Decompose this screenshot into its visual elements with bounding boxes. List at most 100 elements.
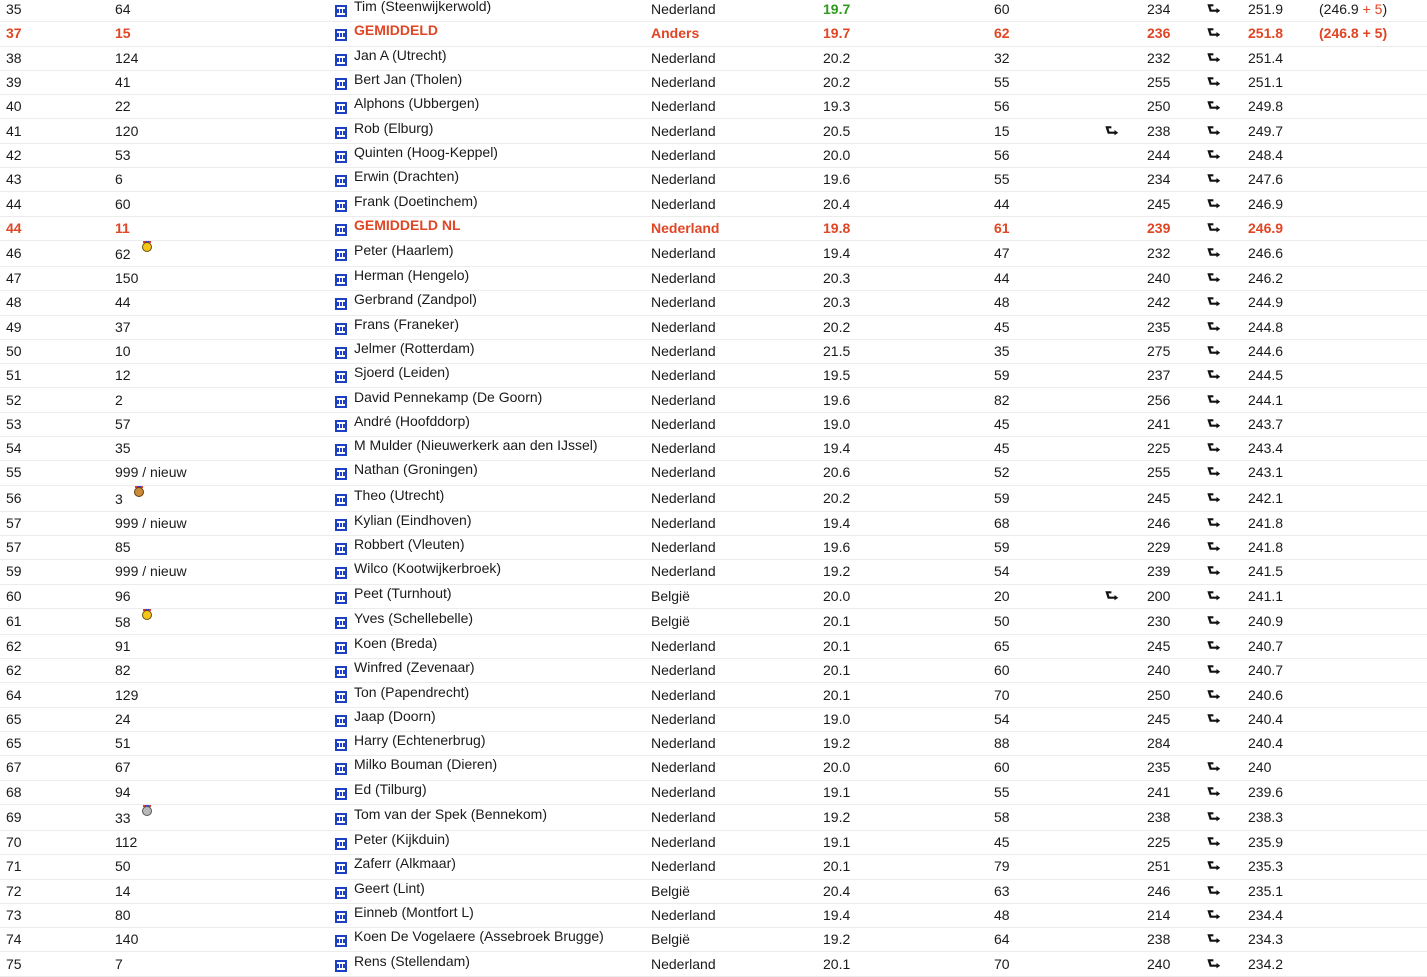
player-name[interactable]: Jelmer (Rotterdam): [354, 340, 475, 356]
table-row[interactable]: 41 120 Rob (Elburg) Nederland 20.5 15 ⮐ 238 ⮐ 249…: [0, 118, 1427, 144]
table-row[interactable]: 67 67 Milko Bouman (Dieren) Nederland 20.0 60…: [0, 755, 1427, 781]
table-row[interactable]: 51 12 Sjoerd (Leiden) Nederland 19.5 59 237 ⮐ 24…: [0, 363, 1427, 389]
player-name[interactable]: Tom van der Spek (Bennekom): [354, 806, 547, 822]
player-cell[interactable]: Jelmer (Rotterdam): [331, 339, 651, 365]
table-row[interactable]: 70 112 Peter (Kijkduin) Nederland 19.1 45 225 ⮐…: [0, 830, 1427, 856]
table-row[interactable]: 47 150 Herman (Hengelo) Nederland 20.3 44 240 ⮐…: [0, 266, 1427, 292]
player-cell[interactable]: Peter (Kijkduin): [331, 830, 651, 856]
table-row[interactable]: 46 62 Peter (Haarlem) Nederland 19.4 47 232 ⮐ 24…: [0, 240, 1427, 267]
table-row[interactable]: 54 35 M Mulder (Nieuwerkerk aan den IJssel…: [0, 436, 1427, 462]
player-name[interactable]: Quinten (Hoog-Keppel): [354, 144, 498, 160]
player-cell[interactable]: Theo (Utrecht): [331, 485, 651, 512]
player-name[interactable]: Geert (Lint): [354, 880, 425, 896]
player-cell[interactable]: Gerbrand (Zandpol): [331, 290, 651, 316]
table-row[interactable]: 60 96 Peet (Turnhout) België 20.0 20 ⮐ 200 ⮐ 241.…: [0, 584, 1427, 609]
player-cell[interactable]: Sjoerd (Leiden): [331, 363, 651, 389]
table-row[interactable]: 43 6 Erwin (Drachten) Nederland 19.6 55 234 ⮐ 24…: [0, 167, 1427, 193]
player-name[interactable]: GEMIDDELD: [354, 22, 438, 38]
table-row[interactable]: 57 999 / nieuw Kylian (Eindhoven) Nederland…: [0, 511, 1427, 536]
player-cell[interactable]: Milko Bouman (Dieren): [331, 755, 651, 781]
player-name[interactable]: Einneb (Montfort L): [354, 904, 474, 920]
table-row[interactable]: 44 60 Frank (Doetinchem) Nederland 20.4 44 245…: [0, 191, 1427, 217]
player-name[interactable]: Robbert (Vleuten): [354, 536, 465, 552]
table-row[interactable]: 65 51 Harry (Echtenerbrug) Nederland 19.2 88 2…: [0, 731, 1427, 757]
table-row[interactable]: 48 44 Gerbrand (Zandpol) Nederland 20.3 48 242…: [0, 290, 1427, 316]
player-cell[interactable]: Bert Jan (Tholen): [331, 70, 651, 96]
player-name[interactable]: Sjoerd (Leiden): [354, 364, 450, 380]
player-cell[interactable]: Jaap (Doorn): [331, 707, 651, 733]
table-row[interactable]: 44 11 GEMIDDELD NL Nederland 19.8 61 239 ⮐ 246.9: [0, 216, 1427, 241]
player-name[interactable]: Winfred (Zevenaar): [354, 659, 475, 675]
player-name[interactable]: Alphons (Ubbergen): [354, 95, 479, 111]
player-cell[interactable]: GEMIDDELD NL: [331, 216, 651, 241]
table-row[interactable]: 56 3 Theo (Utrecht) Nederland 20.2 59 245 ⮐ 242.…: [0, 485, 1427, 512]
table-row[interactable]: 38 124 Jan A (Utrecht) Nederland 20.2 32 232 ⮐ 2…: [0, 46, 1427, 71]
player-name[interactable]: Jan A (Utrecht): [354, 47, 447, 63]
table-row[interactable]: 55 999 / nieuw Nathan (Groningen) Nederland…: [0, 460, 1427, 486]
table-row[interactable]: 35 64 Tim (Steenwijkerwold) Nederland 19.7 60…: [0, 0, 1427, 23]
player-cell[interactable]: Rens (Stellendam): [331, 951, 651, 977]
table-row[interactable]: 74 140 Koen De Vogelaere (Assebroek Brugge…: [0, 927, 1427, 953]
player-name[interactable]: GEMIDDELD NL: [354, 217, 461, 233]
player-name[interactable]: Harry (Echtenerbrug): [354, 732, 486, 748]
player-name[interactable]: Kylian (Eindhoven): [354, 512, 472, 528]
player-cell[interactable]: Nathan (Groningen): [331, 460, 651, 486]
table-row[interactable]: 65 24 Jaap (Doorn) Nederland 19.0 54 245 ⮐ 240.4: [0, 707, 1427, 733]
table-row[interactable]: 62 91 Koen (Breda) Nederland 20.1 65 245 ⮐ 240.7: [0, 634, 1427, 660]
player-cell[interactable]: Einneb (Montfort L): [331, 903, 651, 929]
player-cell[interactable]: André (Hoofddorp): [331, 412, 651, 438]
player-cell[interactable]: Frank (Doetinchem): [331, 191, 651, 217]
table-row[interactable]: 68 94 Ed (Tilburg) Nederland 19.1 55 241 ⮐ 239.6: [0, 780, 1427, 805]
player-name[interactable]: Koen (Breda): [354, 635, 437, 651]
table-row[interactable]: 57 85 Robbert (Vleuten) Nederland 19.6 59 229 ⮐…: [0, 535, 1427, 561]
player-name[interactable]: Milko Bouman (Dieren): [354, 756, 497, 772]
table-row[interactable]: 37 15 GEMIDDELD Anders 19.7 62 236 ⮐ 251.8 (246.8…: [0, 21, 1427, 47]
player-cell[interactable]: Alphons (Ubbergen): [331, 94, 651, 120]
player-cell[interactable]: Rob (Elburg): [331, 118, 651, 144]
player-name[interactable]: Gerbrand (Zandpol): [354, 291, 477, 307]
table-row[interactable]: 52 2 David Pennekamp (De Goorn) Nederland 19…: [0, 387, 1427, 413]
player-name[interactable]: Peet (Turnhout): [354, 585, 452, 601]
table-row[interactable]: 53 57 André (Hoofddorp) Nederland 19.0 45 241 ⮐…: [0, 412, 1427, 438]
player-name[interactable]: Tim (Steenwijkerwold): [354, 0, 491, 14]
player-name[interactable]: Ton (Papendrecht): [354, 684, 469, 700]
player-name[interactable]: Rob (Elburg): [354, 120, 433, 136]
player-cell[interactable]: Herman (Hengelo): [331, 266, 651, 292]
player-cell[interactable]: GEMIDDELD: [331, 21, 651, 47]
player-name[interactable]: Frans (Franeker): [354, 316, 459, 332]
player-name[interactable]: David Pennekamp (De Goorn): [354, 389, 542, 405]
player-cell[interactable]: Peet (Turnhout): [331, 584, 651, 609]
player-cell[interactable]: Winfred (Zevenaar): [331, 658, 651, 684]
player-name[interactable]: Herman (Hengelo): [354, 267, 469, 283]
player-name[interactable]: Peter (Haarlem): [354, 242, 454, 258]
player-cell[interactable]: Peter (Haarlem): [331, 240, 651, 267]
table-row[interactable]: 39 41 Bert Jan (Tholen) Nederland 20.2 55 255 ⮐…: [0, 70, 1427, 96]
table-row[interactable]: 59 999 / nieuw Wilco (Kootwijkerbroek) Nede…: [0, 559, 1427, 585]
player-cell[interactable]: Kylian (Eindhoven): [331, 511, 651, 536]
player-cell[interactable]: Erwin (Drachten): [331, 167, 651, 193]
player-name[interactable]: Wilco (Kootwijkerbroek): [354, 560, 501, 576]
player-name[interactable]: Zaferr (Alkmaar): [354, 855, 456, 871]
player-cell[interactable]: Zaferr (Alkmaar): [331, 854, 651, 880]
player-name[interactable]: Nathan (Groningen): [354, 461, 478, 477]
player-name[interactable]: Koen De Vogelaere (Assebroek Brugge): [354, 928, 604, 944]
table-row[interactable]: 69 33 Tom van der Spek (Bennekom) Nederland…: [0, 804, 1427, 831]
player-name[interactable]: Erwin (Drachten): [354, 168, 459, 184]
table-row[interactable]: 40 22 Alphons (Ubbergen) Nederland 19.3 56 250…: [0, 94, 1427, 120]
player-cell[interactable]: Koen (Breda): [331, 634, 651, 660]
player-cell[interactable]: Tim (Steenwijkerwold): [331, 0, 651, 23]
player-name[interactable]: Ed (Tilburg): [354, 781, 427, 797]
player-name[interactable]: M Mulder (Nieuwerkerk aan den IJssel): [354, 437, 598, 453]
player-name[interactable]: Rens (Stellendam): [354, 953, 470, 969]
table-row[interactable]: 73 80 Einneb (Montfort L) Nederland 19.4 48 21…: [0, 903, 1427, 929]
table-row[interactable]: 61 58 Yves (Schellebelle) België 20.1 50 230 ⮐ 2…: [0, 608, 1427, 635]
table-row[interactable]: 75 7 Rens (Stellendam) Nederland 20.1 70 240 ⮐ 2…: [0, 951, 1427, 977]
player-name[interactable]: Yves (Schellebelle): [354, 610, 473, 626]
player-cell[interactable]: M Mulder (Nieuwerkerk aan den IJssel): [331, 436, 651, 462]
table-row[interactable]: 64 129 Ton (Papendrecht) Nederland 20.1 70 250…: [0, 682, 1427, 708]
table-row[interactable]: 50 10 Jelmer (Rotterdam) Nederland 21.5 35 275…: [0, 339, 1427, 365]
player-cell[interactable]: Geert (Lint): [331, 879, 651, 904]
player-name[interactable]: André (Hoofddorp): [354, 413, 470, 429]
table-row[interactable]: 42 53 Quinten (Hoog-Keppel) Nederland 20.0 56…: [0, 143, 1427, 169]
player-cell[interactable]: Jan A (Utrecht): [331, 46, 651, 71]
